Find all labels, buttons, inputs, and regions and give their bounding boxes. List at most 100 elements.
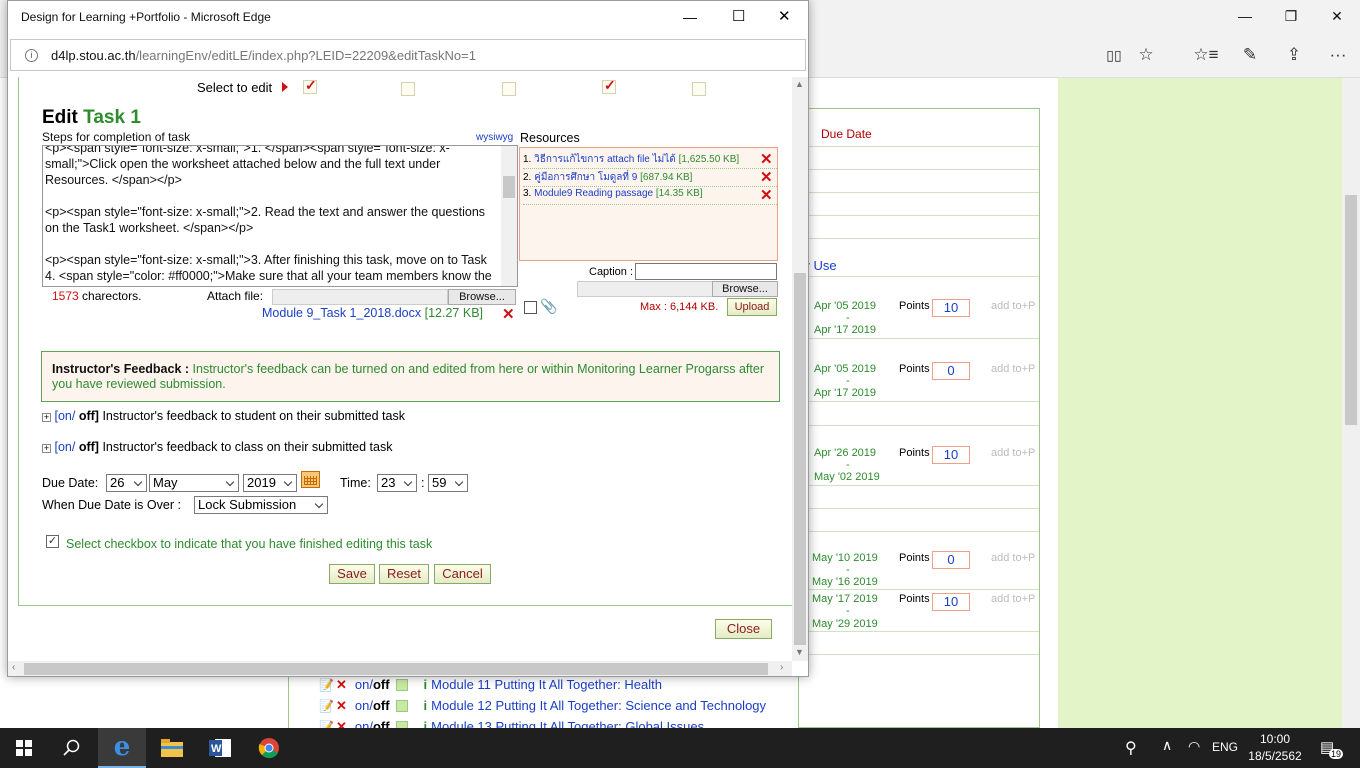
points-input[interactable]: 10	[932, 593, 970, 611]
popup-scroll-thumb[interactable]	[794, 273, 806, 645]
resource-item[interactable]: 3. Module9 Reading passage [14.35 KB]	[523, 188, 777, 205]
taskbar-explorer-app[interactable]	[148, 728, 196, 768]
popup-horizontal-scrollbar[interactable]: ‹ ›	[8, 661, 792, 676]
delete-icon[interactable]: ✕	[336, 677, 347, 693]
due-month-select[interactable]: May	[149, 474, 239, 492]
wysiwyg-link[interactable]: wysiwyg	[476, 132, 513, 143]
resource-item[interactable]: 1. วิธีการแก้ไขการ attach file ไม่ได้ [1…	[523, 152, 777, 169]
attach-file-path[interactable]	[272, 289, 448, 305]
select-checkbox-2[interactable]	[401, 82, 415, 96]
scroll-left-icon[interactable]: ‹	[12, 662, 15, 673]
finished-checkbox[interactable]: ✓	[46, 535, 59, 548]
add-points-link[interactable]: add to+P	[991, 300, 1035, 312]
remove-resource-icon[interactable]: ✕	[760, 168, 773, 186]
select-checkbox-4[interactable]: ✓	[602, 77, 616, 94]
chevron-up-icon[interactable]: ∧	[1162, 737, 1172, 754]
editor-scrollbar[interactable]	[501, 146, 517, 286]
people-icon[interactable]: ⚲	[1125, 738, 1137, 758]
due-minute-select[interactable]: 59	[428, 474, 468, 492]
popup-maximize-button[interactable]: ☐	[732, 7, 745, 25]
scroll-up-icon[interactable]: ▲	[795, 79, 804, 89]
feedback-class-on[interactable]: [on/	[54, 440, 75, 454]
popup-vertical-scrollbar[interactable]: ▲ ▼	[792, 77, 808, 661]
site-info-icon[interactable]: i	[25, 48, 38, 62]
more-menu-icon[interactable]: ···	[1324, 42, 1352, 68]
due-day-select[interactable]: 26	[106, 474, 147, 492]
add-points-link[interactable]: add to+P	[991, 447, 1035, 459]
resource-item[interactable]: 2. คู่มือการศึกษา โมดูลที่ 9 [687.94 KB]	[523, 170, 777, 187]
module-off-toggle[interactable]: off	[373, 698, 390, 713]
module-off-toggle[interactable]: off	[373, 677, 390, 692]
reading-view-icon[interactable]: ▯▯	[1100, 42, 1128, 68]
bg-restore-button[interactable]: ❐	[1268, 0, 1314, 32]
reset-button[interactable]: Reset	[379, 564, 429, 584]
attach-browse-button[interactable]: Browse...	[448, 289, 516, 305]
select-checkbox-1[interactable]: ✓	[303, 77, 317, 94]
popup-minimize-button[interactable]: —	[683, 9, 697, 25]
share-icon[interactable]: ⇪	[1280, 42, 1308, 68]
select-checkbox-5[interactable]	[692, 82, 706, 96]
module-on-toggle[interactable]: on/	[355, 677, 373, 692]
wifi-icon[interactable]: ◠	[1188, 738, 1200, 755]
resource-file-path[interactable]	[577, 281, 713, 297]
bg-minimize-button[interactable]: —	[1222, 0, 1268, 32]
feedback-student-on[interactable]: [on/	[54, 409, 75, 423]
due-year-select[interactable]: 2019	[243, 474, 297, 492]
editor-scroll-thumb[interactable]	[503, 176, 515, 198]
language-indicator[interactable]: ENG	[1212, 740, 1238, 754]
due-hour-select[interactable]: 23	[377, 474, 417, 492]
steps-editor[interactable]: <p><span style="font-size: x-small;">1. …	[42, 145, 518, 287]
expand-plus-icon[interactable]: +	[42, 413, 51, 422]
popup-close-button[interactable]: ✕	[778, 7, 791, 25]
feedback-student-off[interactable]: off]	[75, 409, 99, 423]
expand-plus-icon[interactable]: +	[42, 444, 51, 453]
cancel-button[interactable]: Cancel	[434, 564, 491, 584]
select-checkbox-3[interactable]	[502, 82, 516, 96]
points-input[interactable]: 10	[932, 446, 970, 464]
attached-file-link[interactable]: Module 9_Task 1_2018.docx [12.27 KB]	[262, 306, 483, 320]
bg-close-button[interactable]: ✕	[1314, 0, 1360, 32]
add-points-link[interactable]: add to+P	[991, 593, 1035, 605]
start-button[interactable]	[0, 728, 48, 768]
clock-date[interactable]: 18/5/2562	[1246, 749, 1304, 763]
taskbar-edge-app[interactable]: e	[98, 728, 146, 768]
points-input[interactable]: 0	[932, 551, 970, 569]
background-scroll-thumb[interactable]	[1345, 195, 1357, 425]
feedback-class-off[interactable]: off]	[75, 440, 99, 454]
caption-input[interactable]	[635, 263, 777, 280]
add-points-link[interactable]: add to+P	[991, 363, 1035, 375]
save-button[interactable]: Save	[329, 564, 375, 584]
points-input[interactable]: 10	[932, 299, 970, 317]
paperclip-icon[interactable]: 📎	[540, 298, 557, 315]
pen-icon[interactable]: ✎	[1236, 42, 1264, 68]
remove-attached-file-icon[interactable]: ✕	[502, 305, 515, 323]
clock-time[interactable]: 10:00	[1250, 732, 1300, 746]
points-input[interactable]: 0	[932, 362, 970, 380]
scroll-down-icon[interactable]: ▼	[795, 647, 804, 657]
taskbar-chrome-app[interactable]	[245, 728, 293, 768]
search-button[interactable]	[48, 728, 96, 768]
resource-checkbox[interactable]	[524, 301, 537, 314]
favorites-hub-icon[interactable]: ☆≡	[1192, 42, 1220, 68]
resource-name[interactable]: Module9 Reading passage	[534, 188, 653, 199]
resource-name[interactable]: วิธีการแก้ไขการ attach file ไม่ได้	[534, 154, 676, 165]
popup-hscroll-thumb[interactable]	[24, 663, 768, 675]
resource-name[interactable]: คู่มือการศึกษา โมดูลที่ 9	[534, 172, 637, 183]
module-on-toggle[interactable]: on/	[355, 698, 373, 713]
taskbar-word-app[interactable]: W	[196, 728, 244, 768]
add-points-link[interactable]: add to+P	[991, 552, 1035, 564]
due-over-select[interactable]: Lock Submission	[194, 496, 328, 514]
close-button[interactable]: Close	[715, 619, 772, 639]
resource-browse-button[interactable]: Browse...	[712, 281, 778, 297]
module-title-link[interactable]: Module 11 Putting It All Together: Healt…	[431, 677, 662, 692]
favorite-star-icon[interactable]: ☆	[1132, 42, 1160, 68]
info-icon[interactable]: i	[424, 698, 428, 713]
calendar-icon[interactable]	[301, 471, 320, 488]
scroll-right-icon[interactable]: ›	[780, 662, 783, 673]
edit-icon[interactable]: 📝	[319, 699, 334, 713]
info-icon[interactable]: i	[424, 677, 428, 692]
remove-resource-icon[interactable]: ✕	[760, 150, 773, 168]
module-title-link[interactable]: Module 12 Putting It All Together: Scien…	[431, 698, 766, 713]
upload-button[interactable]: Upload	[727, 298, 777, 316]
popup-address-bar[interactable]: i d4lp.stou.ac.th/learningEnv/editLE/ind…	[10, 39, 806, 71]
